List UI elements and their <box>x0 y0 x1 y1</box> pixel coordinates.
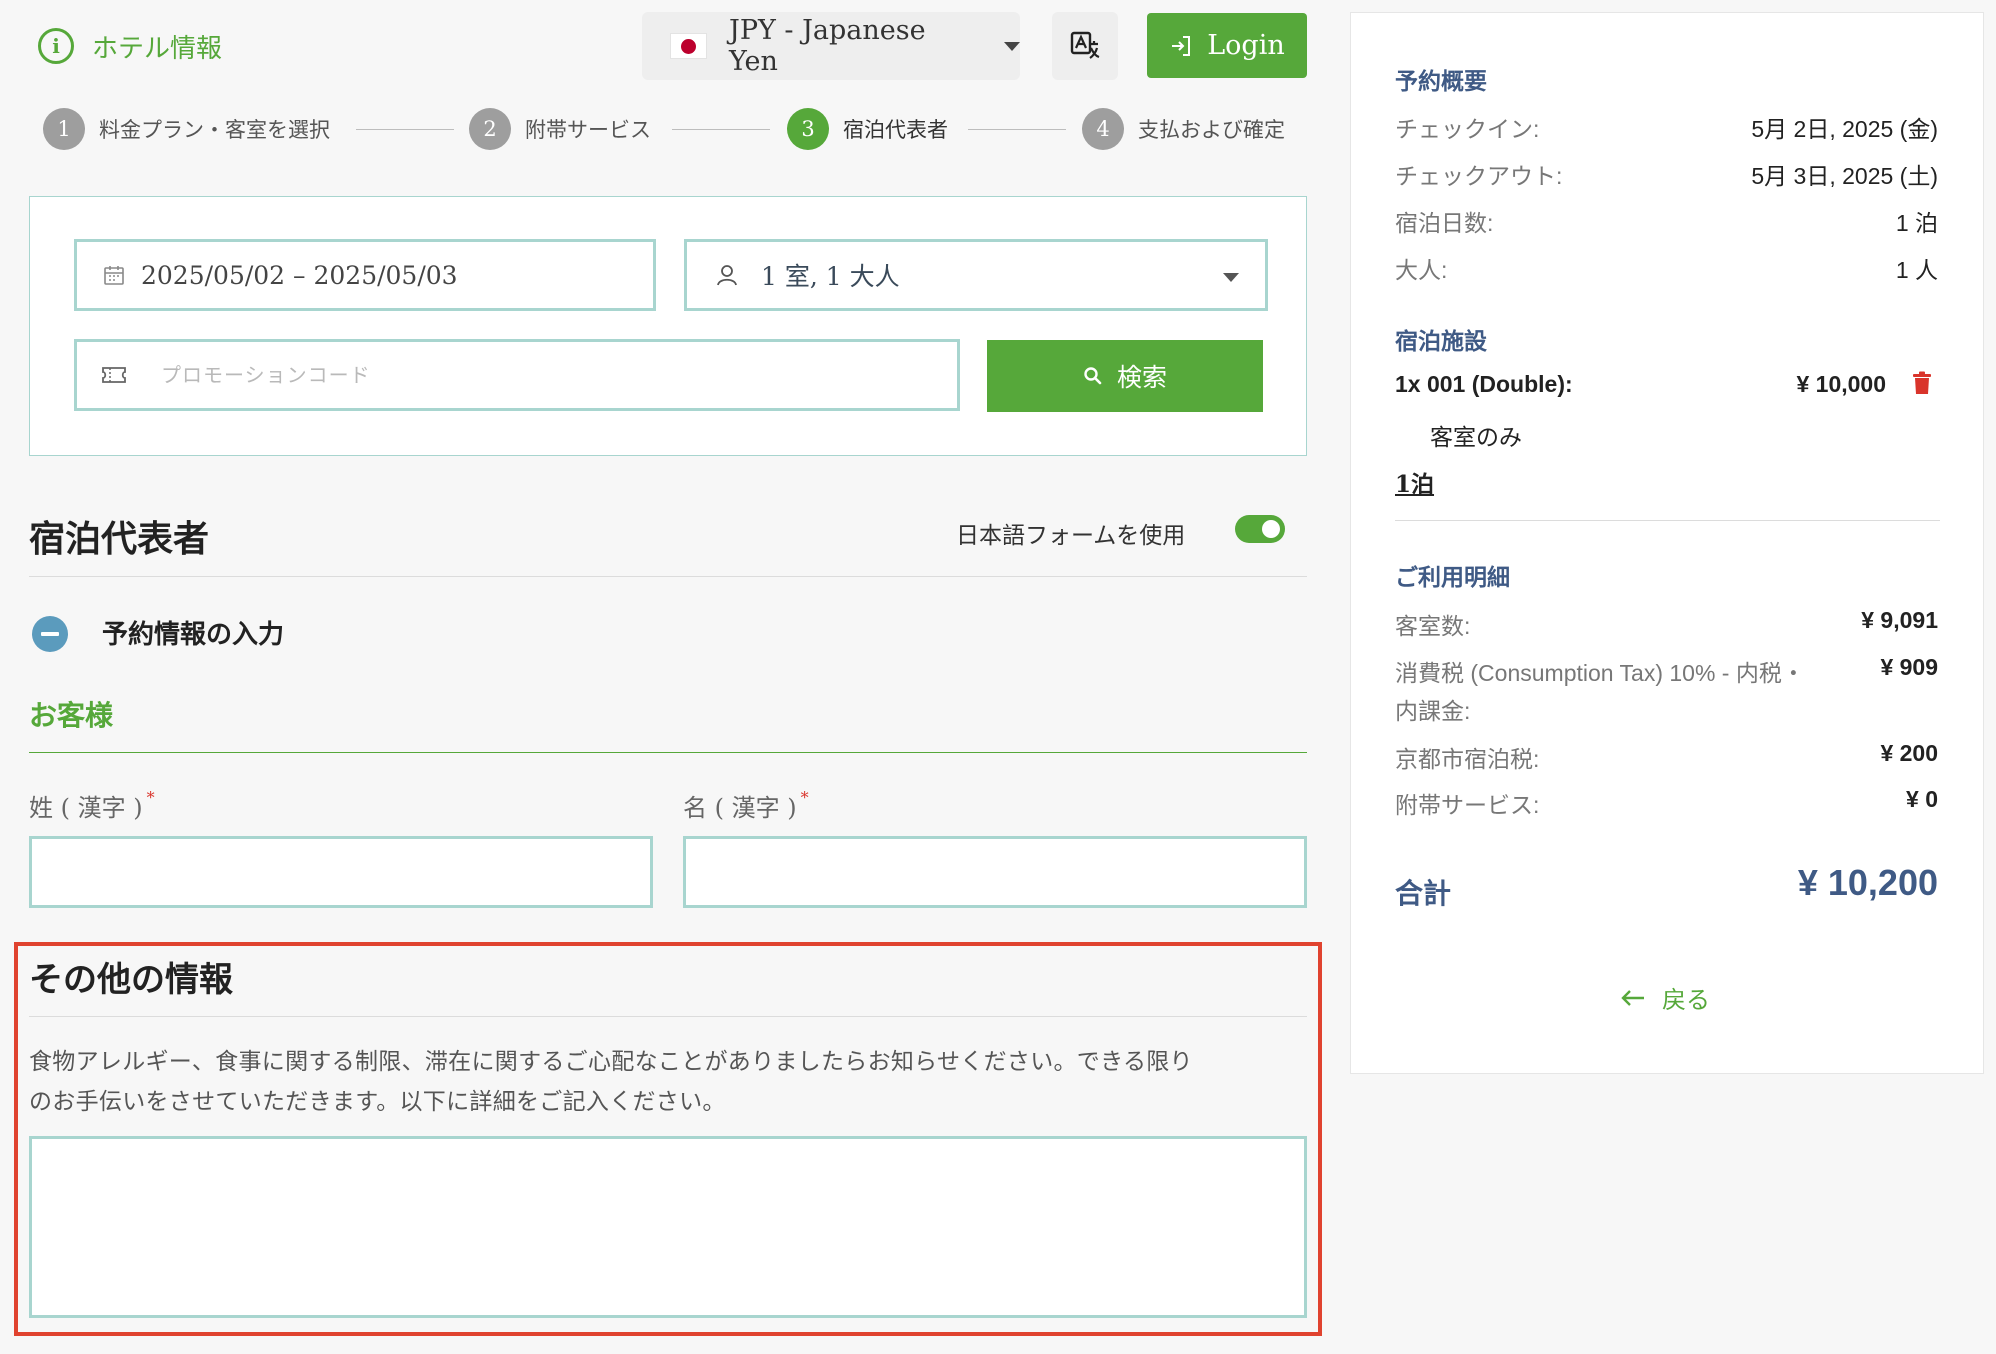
step-3-number: 3 <box>787 108 829 150</box>
step-4: 4 支払および確定 <box>1082 108 1285 150</box>
services-label: 附帯サービス: <box>1395 792 1540 818</box>
checkin-value: 5月 2日, 2025 (金) <box>1751 116 1938 142</box>
step-connector <box>672 129 770 130</box>
step-1-label: 料金プラン・客室を選択 <box>99 118 330 142</box>
chevron-down-icon <box>1004 41 1020 51</box>
room-price: ¥ 10,000 <box>1796 371 1886 397</box>
room-plan: 客室のみ <box>1430 424 1522 450</box>
translate-button[interactable] <box>1052 12 1118 80</box>
other-info-line-2: のお手伝いをさせていただきます。以下に詳細をご記入ください。 <box>29 1089 726 1115</box>
step-3-label: 宿泊代表者 <box>843 118 948 142</box>
section-title: 宿泊代表者 <box>29 518 210 560</box>
city-tax-label: 京都市宿泊税: <box>1395 746 1540 772</box>
date-range-field[interactable]: 2025/05/02 – 2025/05/03 <box>74 239 656 311</box>
step-connector <box>356 129 454 130</box>
other-info-textarea[interactable] <box>29 1136 1307 1318</box>
rooms-value: ¥ 9,091 <box>1861 607 1938 633</box>
nights-label: 宿泊日数: <box>1395 210 1494 236</box>
tax-label-line-2: 内課金: <box>1395 698 1471 724</box>
login-button[interactable]: Login <box>1147 13 1307 78</box>
ticket-icon <box>102 367 126 383</box>
collapse-icon[interactable] <box>32 616 68 652</box>
summary-title: 予約概要 <box>1395 68 1487 94</box>
search-panel: 2025/05/02 – 2025/05/03 1 室, 1 大人 検索 <box>29 196 1307 456</box>
chevron-down-icon <box>1223 273 1239 282</box>
reservation-info-title: 予約情報の入力 <box>102 619 285 649</box>
room-nights-link[interactable]: 1泊 <box>1395 465 1434 499</box>
japanese-form-label: 日本語フォームを使用 <box>956 523 1186 549</box>
date-range-value: 2025/05/02 – 2025/05/03 <box>141 260 458 290</box>
checkin-label: チェックイン: <box>1395 116 1540 142</box>
japanese-form-toggle[interactable] <box>1235 515 1285 543</box>
other-info-description: 食物アレルギー、食事に関する制限、滞在に関するご心配なことがありましたらお知らせ… <box>29 1042 1311 1122</box>
required-mark: * <box>800 788 809 807</box>
user-icon <box>717 265 737 286</box>
login-label: Login <box>1207 30 1285 61</box>
required-mark: * <box>146 788 155 807</box>
search-button[interactable]: 検索 <box>987 340 1263 412</box>
login-icon <box>1172 35 1191 56</box>
total-label: 合計 <box>1395 878 1452 909</box>
total-value: ¥ 10,200 <box>1797 862 1938 903</box>
hotel-info-link[interactable]: i ホテル情報 <box>38 24 222 68</box>
services-value: ¥ 0 <box>1906 786 1938 812</box>
adults-label: 大人: <box>1395 257 1448 283</box>
promo-code-field[interactable] <box>74 339 960 411</box>
currency-label: JPY - Japanese Yen <box>729 15 926 77</box>
first-name-label-text: 名 ( 漢字 ) <box>683 794 797 822</box>
divider <box>1395 520 1940 521</box>
step-1: 1 料金プラン・客室を選択 <box>43 108 330 150</box>
nights-value: 1 泊 <box>1895 210 1938 236</box>
promo-code-input[interactable] <box>161 363 861 387</box>
divider <box>29 576 1307 577</box>
step-2-label: 附帯サービス <box>525 118 651 142</box>
first-name-label: 名 ( 漢字 ) * <box>683 788 809 823</box>
divider <box>29 1016 1307 1017</box>
info-icon: i <box>38 28 74 64</box>
calendar-icon <box>104 266 124 285</box>
checkout-value: 5月 3日, 2025 (土) <box>1751 163 1938 189</box>
adults-value: 1 人 <box>1895 257 1938 283</box>
search-label: 検索 <box>1116 363 1167 392</box>
currency-selector[interactable]: JPY - Japanese Yen <box>642 12 1020 80</box>
other-info-title: その他の情報 <box>29 960 233 1000</box>
city-tax-value: ¥ 200 <box>1880 740 1938 766</box>
checkout-label: チェックアウト: <box>1395 163 1563 189</box>
guests-selector[interactable]: 1 室, 1 大人 <box>684 239 1268 311</box>
tax-value: ¥ 909 <box>1880 654 1938 680</box>
step-3: 3 宿泊代表者 <box>787 108 948 150</box>
arrow-left-icon <box>1621 989 1644 1006</box>
step-1-number: 1 <box>43 108 85 150</box>
hotel-info-label: ホテル情報 <box>92 33 223 64</box>
customer-divider <box>29 752 1307 753</box>
tax-label-line-1: 消費税 (Consumption Tax) 10% - 内税・ <box>1395 660 1805 686</box>
back-label: 戻る <box>1662 986 1710 1014</box>
last-name-label-text: 姓 ( 漢字 ) <box>29 794 143 822</box>
room-label: 1x 001 (Double): <box>1395 371 1573 397</box>
first-name-input[interactable] <box>683 836 1307 908</box>
guests-value: 1 室, 1 大人 <box>761 262 900 291</box>
japan-flag-icon <box>670 33 707 59</box>
translate-icon <box>1070 31 1100 59</box>
trash-icon[interactable] <box>1912 371 1932 400</box>
tax-label: 消費税 (Consumption Tax) 10% - 内税・ 内課金: <box>1395 654 1805 730</box>
rooms-label: 客室数: <box>1395 613 1471 639</box>
search-icon <box>1084 367 1102 385</box>
step-2: 2 附帯サービス <box>469 108 651 150</box>
details-title: ご利用明細 <box>1395 564 1510 590</box>
property-title: 宿泊施設 <box>1395 328 1487 354</box>
last-name-label: 姓 ( 漢字 ) * <box>29 788 155 823</box>
step-2-number: 2 <box>469 108 511 150</box>
step-4-label: 支払および確定 <box>1138 118 1285 142</box>
back-link[interactable]: 戻る <box>1620 980 1710 1015</box>
customer-label: お客様 <box>29 699 114 732</box>
step-4-number: 4 <box>1082 108 1124 150</box>
step-connector <box>968 129 1066 130</box>
last-name-input[interactable] <box>29 836 653 908</box>
other-info-line-1: 食物アレルギー、食事に関する制限、滞在に関するご心配なことがありましたらお知らせ… <box>29 1049 1193 1075</box>
